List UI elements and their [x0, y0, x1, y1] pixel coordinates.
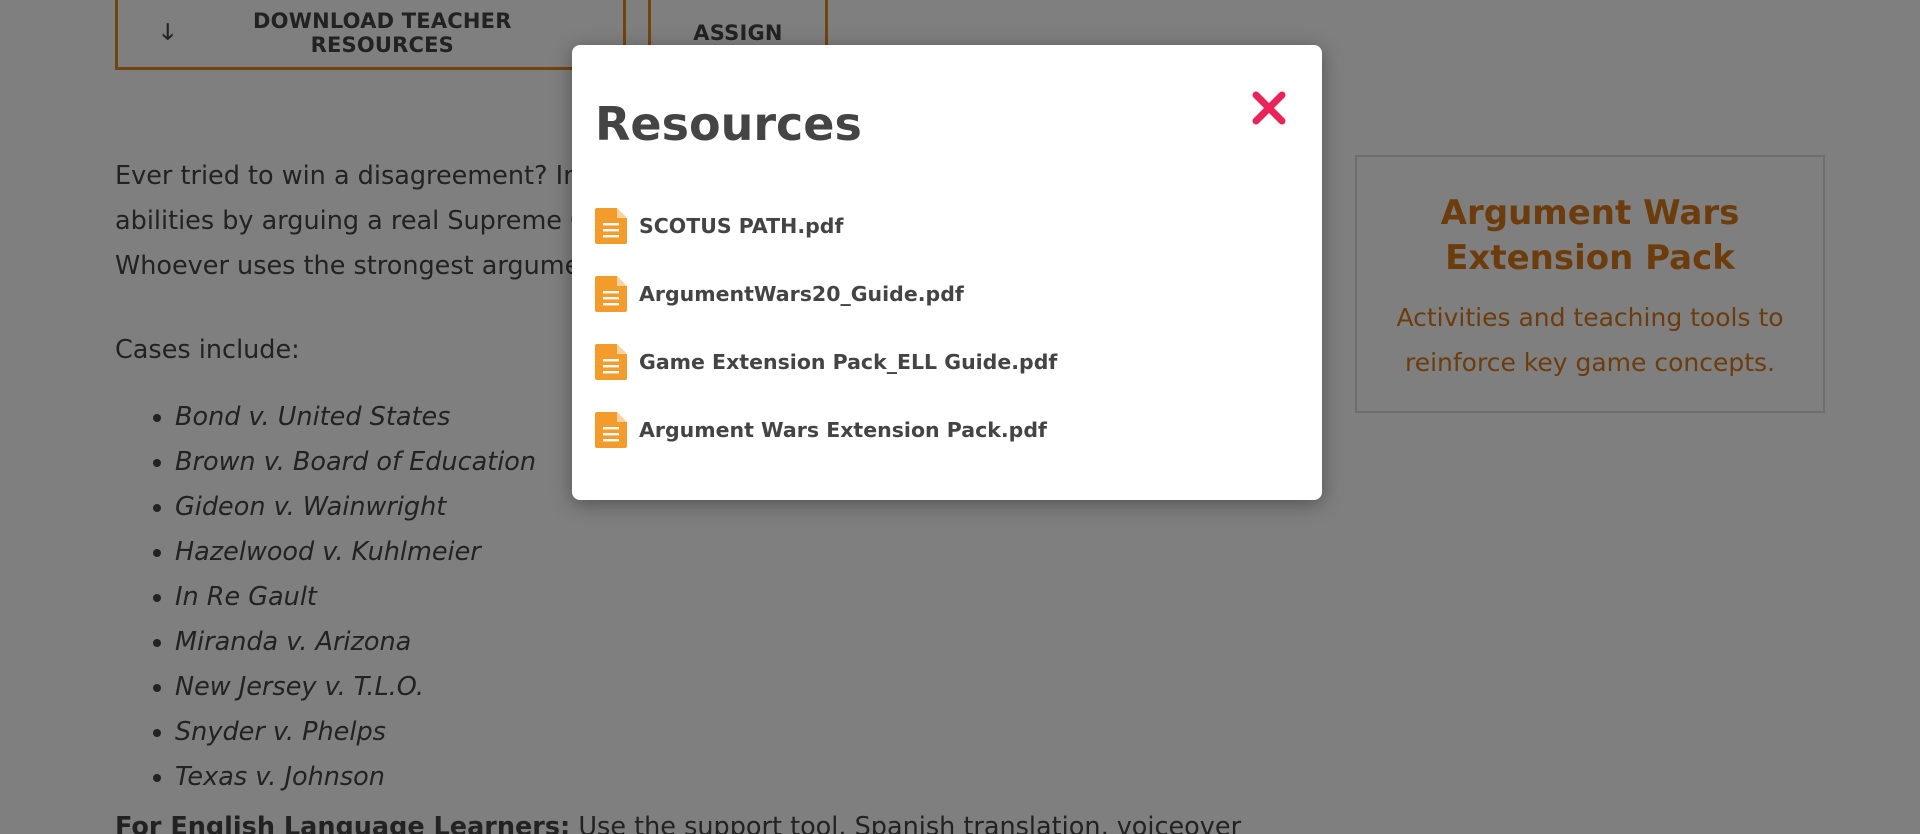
file-icon	[595, 344, 627, 380]
file-icon	[595, 412, 627, 448]
file-icon	[595, 276, 627, 312]
resources-modal: Resources SCOTUS PATH.pdf ArgumentWars20…	[572, 45, 1322, 500]
list-item: Argument Wars Extension Pack.pdf	[595, 396, 1057, 464]
close-button[interactable]	[1246, 85, 1292, 131]
modal-title: Resources	[595, 97, 862, 151]
list-item: Game Extension Pack_ELL Guide.pdf	[595, 328, 1057, 396]
file-list: SCOTUS PATH.pdf ArgumentWars20_Guide.pdf	[595, 192, 1057, 464]
list-item: SCOTUS PATH.pdf	[595, 192, 1057, 260]
page: 🡓 DOWNLOAD TEACHER RESOURCES ASSIGN Ever…	[0, 0, 1920, 834]
close-icon	[1252, 91, 1286, 125]
file-link[interactable]: ArgumentWars20_Guide.pdf	[639, 282, 964, 306]
file-icon	[595, 208, 627, 244]
list-item: ArgumentWars20_Guide.pdf	[595, 260, 1057, 328]
file-link[interactable]: Argument Wars Extension Pack.pdf	[639, 418, 1047, 442]
file-link[interactable]: SCOTUS PATH.pdf	[639, 214, 843, 238]
file-link[interactable]: Game Extension Pack_ELL Guide.pdf	[639, 350, 1057, 374]
